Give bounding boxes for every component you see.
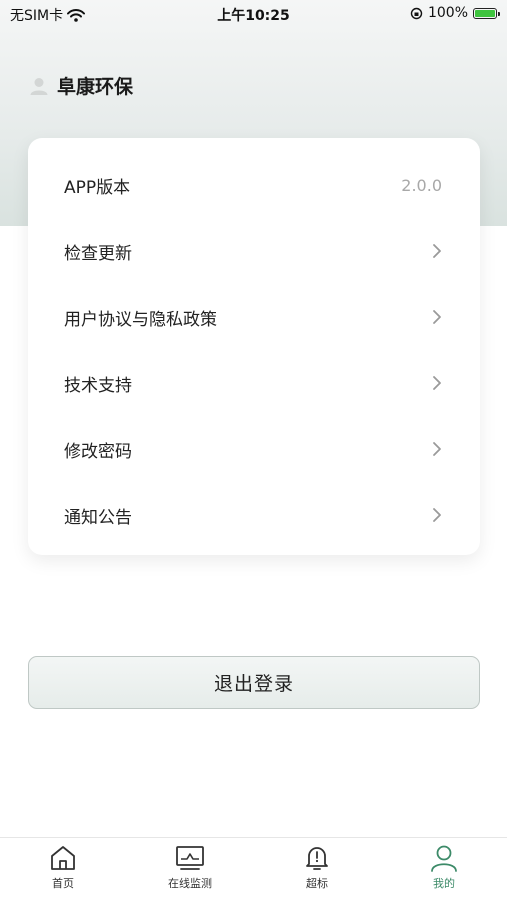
settings-row-label: 技术支持: [64, 375, 132, 396]
settings-row-label: 通知公告: [64, 507, 132, 528]
settings-row-label: 检查更新: [64, 243, 132, 264]
settings-row-user-agreement[interactable]: 用户协议与隐私政策: [28, 284, 480, 350]
tab-home[interactable]: 首页: [23, 844, 103, 891]
tab-bar: 首页 在线监测 超标 我的: [0, 837, 507, 900]
person-icon: [431, 845, 457, 872]
chevron-right-icon: [433, 442, 441, 456]
user-name: 阜康环保: [57, 76, 134, 98]
chevron-right-icon: [433, 508, 441, 522]
tab-mine[interactable]: 我的: [404, 844, 484, 891]
chevron-right-icon: [433, 376, 441, 390]
settings-row-change-password[interactable]: 修改密码: [28, 416, 480, 482]
logout-button[interactable]: 退出登录: [28, 656, 480, 709]
monitor-icon: [176, 846, 204, 870]
battery-percent: 100%: [427, 5, 468, 21]
status-bar: 无SIM卡 上午10:25 100%: [0, 0, 507, 28]
home-icon: [51, 846, 75, 870]
tab-exceed[interactable]: 超标: [277, 844, 357, 891]
settings-row-notices[interactable]: 通知公告: [28, 482, 480, 548]
settings-row-check-update[interactable]: 检查更新: [28, 218, 480, 284]
settings-row-label: 用户协议与隐私政策: [64, 309, 217, 330]
bell-alert-icon: [306, 847, 328, 870]
battery-icon: [473, 7, 500, 19]
avatar-icon: [30, 77, 48, 95]
settings-card: APP版本 2.0.0 检查更新 用户协议与隐私政策 技术支持 修改密码 通知公…: [28, 138, 480, 555]
settings-row-label: APP版本: [64, 177, 131, 198]
chevron-right-icon: [433, 310, 441, 324]
user-info: 阜康环保: [29, 72, 133, 99]
tab-label: 首页: [52, 877, 74, 890]
tab-online-monitoring[interactable]: 在线监测: [150, 844, 230, 891]
tab-label: 我的: [433, 877, 455, 890]
tab-label: 在线监测: [168, 877, 212, 890]
chevron-right-icon: [433, 244, 441, 258]
settings-row-label: 修改密码: [64, 441, 132, 462]
tab-label: 超标: [306, 877, 328, 890]
settings-row-tech-support[interactable]: 技术支持: [28, 350, 480, 416]
settings-row-app-version: APP版本 2.0.0: [28, 152, 480, 218]
orientation-lock-icon: [410, 7, 423, 19]
app-version-value: 2.0.0: [401, 175, 442, 195]
